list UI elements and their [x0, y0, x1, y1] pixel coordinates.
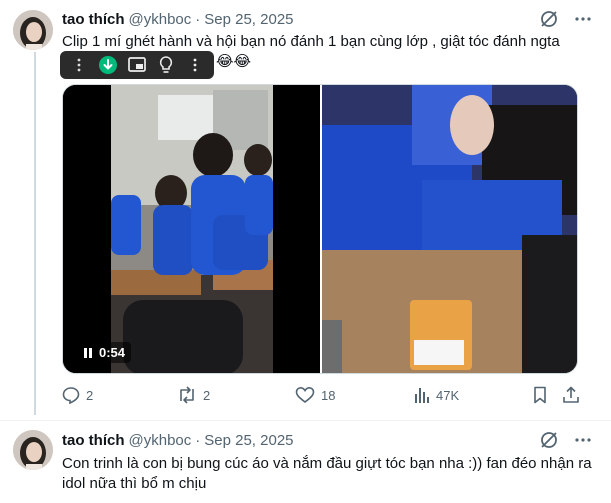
- more-icon[interactable]: [573, 430, 593, 450]
- separator: ·: [195, 10, 201, 28]
- reply-count: 2: [86, 387, 94, 403]
- tweet-header: tao thích @ykhboc · Sep 25, 2025: [62, 430, 294, 450]
- tweet-header: tao thích @ykhboc · Sep 25, 2025: [62, 9, 294, 29]
- handle[interactable]: @ykhboc: [129, 11, 192, 28]
- bookmark-button[interactable]: [532, 386, 548, 404]
- reply-button[interactable]: 2: [62, 386, 93, 404]
- views-icon: [415, 388, 429, 403]
- handle[interactable]: @ykhboc: [129, 432, 192, 449]
- avatar[interactable]: [13, 430, 53, 470]
- tweet-divider: [0, 420, 611, 421]
- video-player[interactable]: 0:54: [63, 85, 321, 373]
- timestamp[interactable]: Sep 25, 2025: [204, 432, 293, 449]
- like-icon: [295, 386, 315, 404]
- timestamp[interactable]: Sep 25, 2025: [204, 11, 293, 28]
- repost-button[interactable]: 2: [177, 386, 210, 404]
- reply-icon: [62, 387, 80, 404]
- avatar[interactable]: [13, 10, 53, 50]
- video-toolbar: [60, 51, 214, 79]
- tweet-media: 0:54: [62, 84, 578, 374]
- download-icon[interactable]: [95, 53, 121, 77]
- repost-count: 2: [203, 387, 211, 403]
- tweet-actions: 2 2 18 47K: [62, 386, 580, 408]
- video-duration: 0:54: [77, 342, 132, 363]
- display-name[interactable]: tao thích: [62, 432, 125, 449]
- tweet-text: Con trinh là con bị bung cúc áo và nắm đ…: [62, 455, 592, 492]
- views-count: 47K: [436, 387, 460, 403]
- views-button[interactable]: 47K: [414, 386, 459, 404]
- tweet-text-line: Clip 1 mí ghét hành và hội bạn nó đánh 1…: [62, 33, 560, 50]
- tweet-top-actions: [539, 9, 593, 29]
- repost-icon: [180, 386, 194, 404]
- grok-icon[interactable]: [539, 430, 559, 450]
- like-button[interactable]: 18: [295, 386, 335, 404]
- more-vertical-icon[interactable]: [66, 53, 92, 77]
- separator: ·: [195, 431, 201, 449]
- tweet-top-actions: [539, 430, 593, 450]
- bookmark-icon: [534, 386, 546, 404]
- like-count: 18: [321, 387, 336, 403]
- share-icon: [563, 386, 579, 403]
- thread-connector: [34, 52, 36, 415]
- duration-text: 0:54: [99, 345, 126, 360]
- pip-icon[interactable]: [124, 53, 150, 77]
- grok-icon[interactable]: [539, 9, 559, 29]
- kebab-icon[interactable]: [182, 53, 208, 77]
- media-image[interactable]: [322, 85, 577, 373]
- display-name[interactable]: tao thích: [62, 11, 125, 28]
- share-button[interactable]: [562, 386, 580, 404]
- more-icon[interactable]: [573, 9, 593, 29]
- pause-icon[interactable]: [83, 347, 93, 359]
- bulb-icon[interactable]: [153, 53, 179, 77]
